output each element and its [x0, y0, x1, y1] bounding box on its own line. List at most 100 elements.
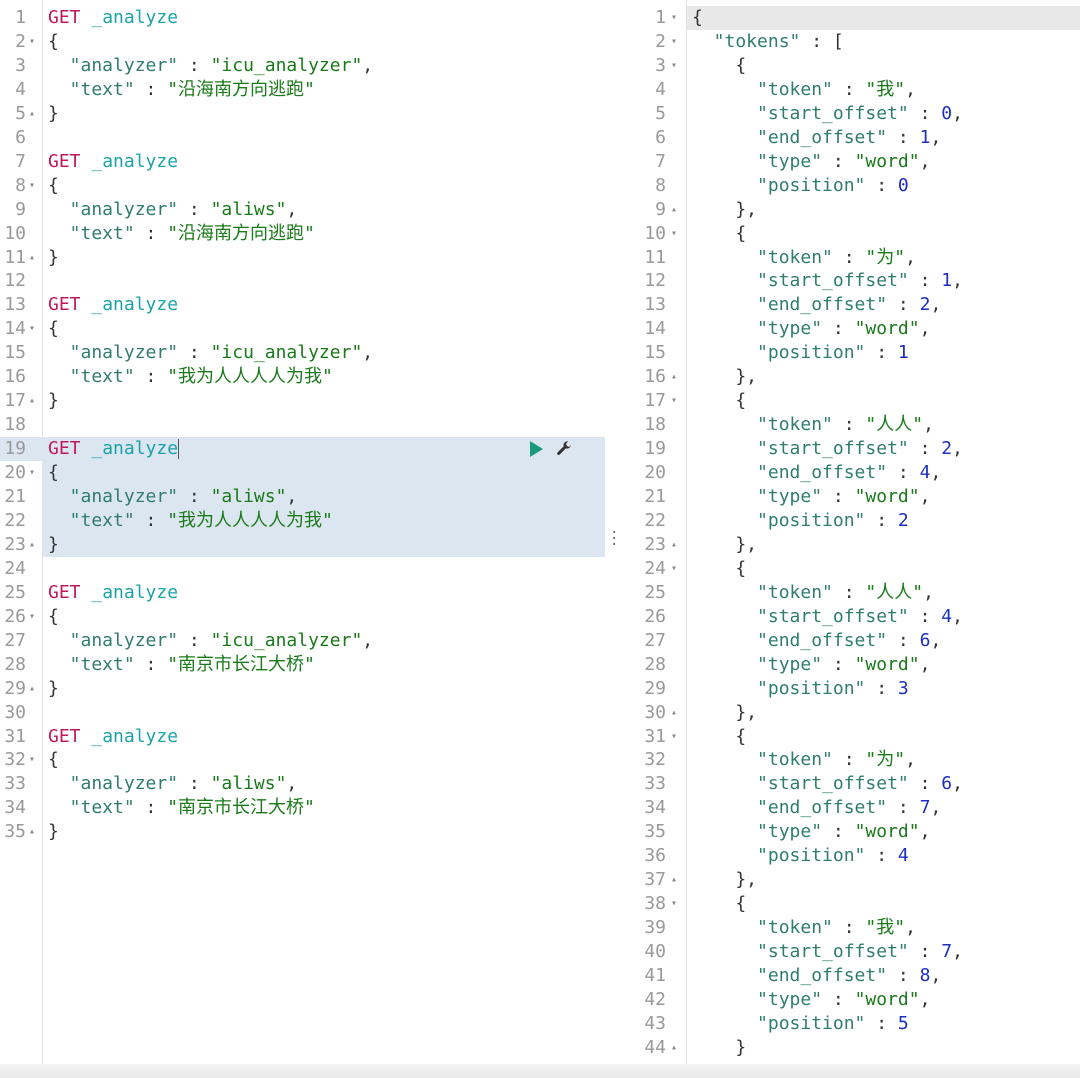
code-line[interactable]: 32 ▾ {: [0, 748, 605, 772]
code-line[interactable]: 15 "position" : 1: [622, 341, 1080, 365]
play-icon[interactable]: [530, 441, 543, 457]
code-line[interactable]: 22 "text" : "我为人人人人为我": [0, 509, 605, 533]
fold-open-icon[interactable]: ▾: [671, 30, 677, 54]
code-line[interactable]: 7 GET _analyze: [0, 150, 605, 174]
fold-open-icon[interactable]: ▾: [29, 748, 35, 772]
code-line[interactable]: 17 ▾ {: [622, 389, 1080, 413]
code-line[interactable]: 35 "type" : "word",: [622, 820, 1080, 844]
code-line[interactable]: 26 ▾ {: [0, 605, 605, 629]
wrench-icon[interactable]: [555, 440, 573, 458]
code-line[interactable]: 33 "start_offset" : 6,: [622, 772, 1080, 796]
code-line[interactable]: 32 "token" : "为",: [622, 748, 1080, 772]
code-line[interactable]: 5 ▴}: [0, 102, 605, 126]
code-line[interactable]: 25 "token" : "人人",: [622, 581, 1080, 605]
fold-close-icon[interactable]: ▴: [29, 677, 35, 701]
fold-close-icon[interactable]: ▴: [671, 701, 677, 725]
code-line[interactable]: 34 "end_offset" : 7,: [622, 796, 1080, 820]
fold-open-icon[interactable]: ▾: [29, 605, 35, 629]
fold-close-icon[interactable]: ▴: [29, 102, 35, 126]
code-line[interactable]: 35 ▴}: [0, 820, 605, 844]
code-line[interactable]: 21 "type" : "word",: [622, 485, 1080, 509]
fold-open-icon[interactable]: ▾: [671, 557, 677, 581]
code-line[interactable]: 29 "position" : 3: [622, 677, 1080, 701]
code-line[interactable]: 14 ▾ {: [0, 317, 605, 341]
code-line[interactable]: 22 "position" : 2: [622, 509, 1080, 533]
code-line[interactable]: 19 "start_offset" : 2,: [622, 437, 1080, 461]
code-line[interactable]: 3 "analyzer" : "icu_analyzer",: [0, 54, 605, 78]
code-line[interactable]: 23 ▴}: [0, 533, 605, 557]
code-line[interactable]: 43 "position" : 5: [622, 1012, 1080, 1036]
code-line[interactable]: 8 ▾ {: [0, 174, 605, 198]
code-line[interactable]: 3 ▾ {: [622, 54, 1080, 78]
code-line[interactable]: 18 "token" : "人人",: [622, 413, 1080, 437]
code-line[interactable]: 27 "analyzer" : "icu_analyzer",: [0, 629, 605, 653]
code-line[interactable]: 15 "analyzer" : "icu_analyzer",: [0, 341, 605, 365]
code-line[interactable]: 14 "type" : "word",: [622, 317, 1080, 341]
code-line[interactable]: 4 "text" : "沿海南方向逃跑": [0, 78, 605, 102]
code-line[interactable]: 38 ▾ {: [622, 892, 1080, 916]
code-line[interactable]: 31 GET _analyze: [0, 725, 605, 749]
code-line[interactable]: 44 ▴ }: [622, 1036, 1080, 1060]
code-line[interactable]: 31 ▾ {: [622, 725, 1080, 749]
code-line[interactable]: 37 ▴ },: [622, 868, 1080, 892]
code-line[interactable]: 7 "type" : "word",: [622, 150, 1080, 174]
code-line[interactable]: 39 "token" : "我",: [622, 916, 1080, 940]
fold-open-icon[interactable]: ▾: [671, 222, 677, 246]
code-line[interactable]: 6 "end_offset" : 1,: [622, 126, 1080, 150]
fold-open-icon[interactable]: ▾: [29, 461, 35, 485]
fold-open-icon[interactable]: ▾: [671, 725, 677, 749]
fold-close-icon[interactable]: ▴: [29, 389, 35, 413]
fold-close-icon[interactable]: ▴: [671, 365, 677, 389]
code-line[interactable]: 34 "text" : "南京市长江大桥": [0, 796, 605, 820]
code-line[interactable]: 2 ▾ "tokens" : [: [622, 30, 1080, 54]
fold-open-icon[interactable]: ▾: [29, 317, 35, 341]
code-line[interactable]: 13 "end_offset" : 2,: [622, 293, 1080, 317]
code-line[interactable]: 27 "end_offset" : 6,: [622, 629, 1080, 653]
code-line[interactable]: 24: [0, 557, 605, 581]
code-line[interactable]: 11 "token" : "为",: [622, 246, 1080, 270]
code-line[interactable]: 16 "text" : "我为人人人人为我": [0, 365, 605, 389]
fold-open-icon[interactable]: ▾: [29, 30, 35, 54]
code-line[interactable]: 41 "end_offset" : 8,: [622, 964, 1080, 988]
code-line[interactable]: 10 "text" : "沿海南方向逃跑": [0, 222, 605, 246]
code-line[interactable]: 33 "analyzer" : "aliws",: [0, 772, 605, 796]
fold-open-icon[interactable]: ▾: [671, 389, 677, 413]
fold-close-icon[interactable]: ▴: [671, 198, 677, 222]
pane-resize-handle[interactable]: · · ·: [610, 526, 618, 552]
code-line[interactable]: 20 ▾ {: [0, 461, 605, 485]
code-line[interactable]: 12: [0, 269, 605, 293]
fold-close-icon[interactable]: ▴: [29, 246, 35, 270]
request-editor[interactable]: 1 GET _analyze 2 ▾{3 "analyzer" : "icu_anal…: [0, 0, 605, 1078]
fold-open-icon[interactable]: ▾: [671, 54, 677, 78]
fold-open-icon[interactable]: ▾: [671, 6, 677, 30]
code-line[interactable]: 28 "text" : "南京市长江大桥": [0, 653, 605, 677]
fold-open-icon[interactable]: ▾: [29, 174, 35, 198]
code-line[interactable]: 40 "start_offset" : 7,: [622, 940, 1080, 964]
code-line[interactable]: 17 ▴}: [0, 389, 605, 413]
code-line[interactable]: 1 ▾ {: [622, 6, 1080, 30]
code-line[interactable]: 4 "token" : "我",: [622, 78, 1080, 102]
code-line[interactable]: 10 ▾ {: [622, 222, 1080, 246]
bottom-scrollbar[interactable]: [0, 1064, 1080, 1078]
code-line[interactable]: 12 "start_offset" : 1,: [622, 269, 1080, 293]
code-line[interactable]: 8 "position" : 0: [622, 174, 1080, 198]
code-line[interactable]: 28 "type" : "word",: [622, 653, 1080, 677]
code-line[interactable]: 29 ▴}: [0, 677, 605, 701]
code-line[interactable]: 19 GET _analyze: [0, 437, 605, 461]
code-line[interactable]: 2 ▾ {: [0, 30, 605, 54]
code-line[interactable]: 1 GET _analyze: [0, 6, 605, 30]
code-line[interactable]: 36 "position" : 4: [622, 844, 1080, 868]
code-line[interactable]: 18: [0, 413, 605, 437]
code-line[interactable]: 5 "start_offset" : 0,: [622, 102, 1080, 126]
fold-close-icon[interactable]: ▴: [29, 820, 35, 844]
code-line[interactable]: 30 ▴ },: [622, 701, 1080, 725]
code-line[interactable]: 16 ▴ },: [622, 365, 1080, 389]
code-line[interactable]: 42 "type" : "word",: [622, 988, 1080, 1012]
code-line[interactable]: 23 ▴ },: [622, 533, 1080, 557]
code-line[interactable]: 30: [0, 701, 605, 725]
fold-close-icon[interactable]: ▴: [671, 868, 677, 892]
code-line[interactable]: 9 "analyzer" : "aliws",: [0, 198, 605, 222]
code-line[interactable]: 11 ▴}: [0, 246, 605, 270]
code-line[interactable]: 20 "end_offset" : 4,: [622, 461, 1080, 485]
code-line[interactable]: 6: [0, 126, 605, 150]
